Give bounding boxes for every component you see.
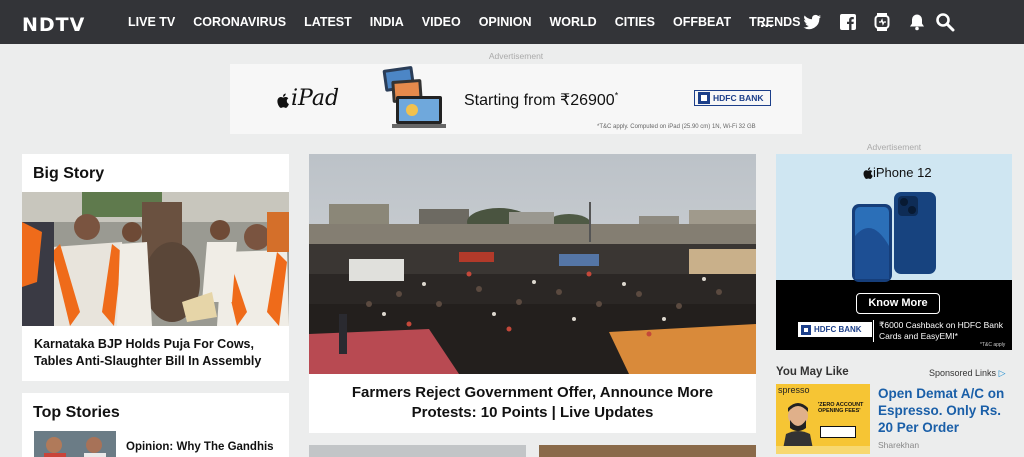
sponsored-headline[interactable]: Open Demat A/C on Espresso. Only Rs. 20 … [878, 385, 1018, 436]
top-story-thumbnail[interactable] [34, 431, 116, 457]
ipad-brand-text: iPad [291, 86, 340, 111]
hdfc-bank-logo: HDFC BANK [798, 322, 872, 337]
hdfc-bank-logo: HDFC BANK [694, 90, 771, 106]
facebook-icon[interactable] [838, 12, 858, 32]
espresso-logo-text: spresso [778, 385, 810, 395]
nav-item-offbeat[interactable]: OFFBEAT [673, 15, 731, 29]
you-may-like-heading: You May Like [776, 366, 849, 378]
big-story-heading: Big Story [33, 165, 105, 182]
nav-item-coronavirus[interactable]: CORONAVIRUS [193, 15, 286, 29]
more-menu-button[interactable]: ... [760, 14, 773, 32]
story-teaser-image[interactable] [309, 445, 526, 457]
ipad-product-image [382, 66, 446, 128]
story-teaser-image[interactable] [539, 445, 756, 457]
sponsored-links-label[interactable]: Sponsored Links ▷ [929, 368, 1005, 379]
ipad-terms-text: *T&C apply. Computed on iPad (25.90 cm) … [597, 124, 756, 130]
advertisement-label: Advertisement [866, 142, 922, 152]
ndtv-logo[interactable]: NDTV [22, 14, 85, 36]
nav-item-india[interactable]: INDIA [370, 15, 404, 29]
top-story-headline[interactable]: Opinion: Why The Gandhis [126, 439, 281, 456]
ipad-offer-text: Starting from ₹26900* [464, 90, 619, 109]
iphone-ad-banner[interactable]: iPhone 12 Know More HDFC BANK ₹6000 Cash… [776, 154, 1012, 350]
big-story-photo[interactable] [22, 192, 289, 326]
nav-item-cities[interactable]: CITIES [615, 15, 655, 29]
search-icon[interactable] [935, 12, 955, 32]
ipad-ad-banner[interactable]: iPad Starting from ₹26900* HDFC BANK *T&… [230, 64, 802, 134]
twitter-icon[interactable] [802, 12, 822, 32]
lead-story-headline[interactable]: Farmers Reject Government Offer, Announc… [331, 383, 734, 423]
advertisement-label: Advertisement [488, 51, 544, 61]
iphone-terms-text: *T&C apply [980, 342, 1006, 348]
nav-item-latest[interactable]: LATEST [304, 15, 352, 29]
iphone-product-image [852, 192, 936, 282]
bell-icon[interactable] [907, 12, 927, 32]
nav-item-opinion[interactable]: OPINION [479, 15, 532, 29]
espresso-offer-text: 'ZERO ACCOUNT OPENING FEES' [818, 402, 864, 414]
top-nav: NDTV LIVE TV CORONAVIRUS LATEST INDIA VIDEO O… [0, 0, 1024, 44]
big-story-headline[interactable]: Karnataka BJP Holds Puja For Cows, Table… [34, 336, 279, 370]
nav-item-world[interactable]: WORLD [550, 15, 597, 29]
adchoices-icon[interactable]: ▷ [999, 368, 1006, 378]
big-story-card[interactable]: Big Story Karnataka BJP Holds Puja For C… [22, 154, 289, 381]
sponsored-source: Sharekhan [878, 440, 920, 450]
smartwatch-icon[interactable] [872, 12, 892, 32]
lead-story-photo[interactable] [309, 154, 756, 374]
cashback-offer-text: ₹6000 Cashback on HDFC Bank Cards and Ea… [879, 320, 1003, 341]
iphone-brand-text: iPhone 12 [873, 165, 932, 180]
sponsored-thumbnail[interactable]: spresso 'ZERO ACCOUNT OPENING FEES' [776, 384, 870, 454]
nav-item-live-tv[interactable]: LIVE TV [128, 15, 175, 29]
top-stories-heading: Top Stories [33, 404, 120, 421]
lead-story-card[interactable]: Farmers Reject Government Offer, Announc… [309, 154, 756, 433]
nav-item-trends[interactable]: TRENDS [749, 15, 800, 29]
know-more-button[interactable]: Know More [856, 293, 940, 314]
apple-logo-icon [863, 167, 873, 179]
top-stories-card: Top Stories Opinion: Why The Gandhis [22, 393, 289, 457]
nav-menu: LIVE TV CORONAVIRUS LATEST INDIA VIDEO OPINIO… [128, 0, 819, 44]
apple-logo-icon [277, 93, 289, 108]
nav-item-video[interactable]: VIDEO [422, 15, 461, 29]
